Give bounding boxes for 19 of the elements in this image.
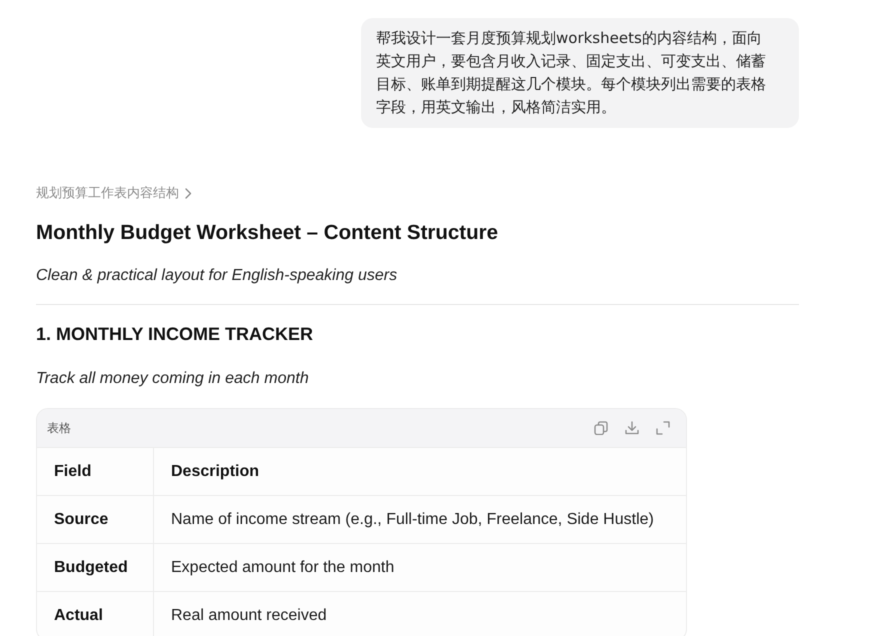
breadcrumb-link[interactable]: 规划预算工作表内容结构	[36, 183, 192, 203]
copy-icon	[594, 421, 608, 435]
response-title: Monthly Budget Worksheet – Content Structure	[36, 220, 500, 246]
table-cell: Name of income stream (e.g., Full-time Job, Freelance, Side Hustle)	[154, 496, 686, 544]
user-message: 帮我设计一套月度预算规划worksheets的内容结构，面向英文用户，要包含月收入记录、固定支出、可变支出、储蓄目标、账单到期提醒这几个模块。每个模块列出需要的表格字段，用英文输出，风格简洁实用。	[361, 18, 799, 128]
field-name-cell: Actual	[37, 592, 154, 636]
table-label: 表格	[47, 420, 71, 436]
table-cell: Expected amount for the month	[154, 544, 686, 592]
field-name-cell: Budgeted	[37, 544, 154, 592]
response-subtitle: Clean & practical layout for English-speaking users	[36, 266, 398, 286]
column-header: Field	[37, 448, 154, 496]
section-heading: 1. MONTHLY INCOME TRACKER	[36, 323, 314, 346]
section-description: Track all money coming in each month	[36, 369, 310, 389]
expand-icon	[656, 421, 670, 435]
column-header: Description	[154, 448, 686, 496]
table-cell: Real amount received	[154, 592, 686, 636]
download-icon	[625, 421, 639, 435]
chevron-right-icon	[185, 188, 192, 198]
field-name-cell: Source	[37, 496, 154, 544]
